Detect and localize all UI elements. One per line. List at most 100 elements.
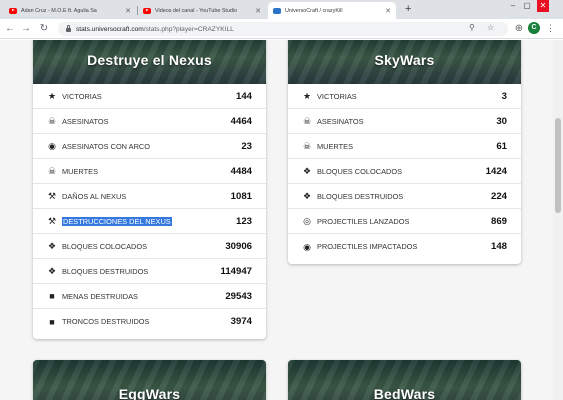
target-icon: ◉ <box>303 241 311 252</box>
browser-tab-3[interactable]: UniversoCraft / crazyKill ✕ <box>268 2 396 19</box>
address-bar[interactable]: stats.universocraft.com/stats.php?player… <box>58 22 508 36</box>
tab-title: Videos del canal - YouTube Studio <box>155 7 238 14</box>
crossbones-icon: ☠ <box>302 141 312 151</box>
menu-dots-icon[interactable]: ⋮ <box>546 22 555 34</box>
maximize-icon[interactable]: ▢ <box>522 0 532 12</box>
star-icon: ★ <box>302 91 312 101</box>
stat-label: TRONCOS DESTRUIDOS <box>62 317 150 326</box>
stat-value: 29543 <box>225 290 252 302</box>
browser-tab-2[interactable]: Videos del canal - YouTube Studio ✕ <box>138 2 266 19</box>
stat-value: 4484 <box>230 165 252 177</box>
card-title: EggWars <box>118 386 181 400</box>
stat-value: 30 <box>496 115 507 127</box>
stats-page: Destruye el Nexus ★ VICTORIAS 144 ☠ ASES… <box>0 40 563 400</box>
stat-value: 114947 <box>220 265 252 277</box>
stat-value: 869 <box>490 215 507 227</box>
forward-arrow-icon[interactable]: → <box>20 22 32 36</box>
stat-row: ❖ BLOQUES DESTRUIDOS 224 <box>288 184 521 209</box>
stat-row: ☠ MUERTES 61 <box>288 134 521 159</box>
crossbones-icon: ☠ <box>47 166 57 176</box>
browser-tab-1[interactable]: Adan Cruz - M.O.E ft. Aguila Sa ✕ <box>4 2 136 19</box>
stat-value: 148 <box>490 241 507 252</box>
stat-value: 61 <box>496 140 507 152</box>
stat-row: ■ MENAS DESTRUIDAS 29543 <box>33 284 266 309</box>
card-header: SkyWars <box>288 40 521 84</box>
stat-label: MUERTES <box>317 141 354 151</box>
cubes-icon: ❖ <box>47 241 57 251</box>
window-close-icon[interactable]: ✕ <box>537 0 549 12</box>
target-icon: ◎ <box>303 216 311 226</box>
stat-label: BLOQUES COLOCADOS <box>62 241 148 251</box>
stat-label: BLOQUES DESTRUIDOS <box>317 191 404 201</box>
stat-label: PROJECTILES IMPACTADOS <box>317 242 418 251</box>
stat-label: DAÑOS AL NEXUS <box>62 191 127 201</box>
star-icon: ★ <box>47 91 57 101</box>
reload-icon[interactable]: ↻ <box>38 22 50 36</box>
extensions-icon[interactable]: ⊕ <box>513 22 525 36</box>
stat-row: ★ VICTORIAS 3 <box>288 84 521 109</box>
minimize-icon[interactable]: – <box>508 0 518 12</box>
back-arrow-icon[interactable]: ← <box>4 22 16 36</box>
stat-label: BLOQUES DESTRUIDOS <box>62 266 149 276</box>
new-tab-button[interactable]: + <box>405 3 411 15</box>
universocraft-icon <box>273 7 281 14</box>
box-icon: ■ <box>49 291 55 301</box>
stat-row: ❖ BLOQUES COLOCADOS 30906 <box>33 234 266 259</box>
close-tab-icon[interactable]: ✕ <box>385 7 391 15</box>
stat-row: ❖ BLOQUES COLOCADOS 1424 <box>288 159 521 184</box>
stat-row: ⚒ DAÑOS AL NEXUS 1081 <box>33 184 266 209</box>
tab-strip: Adan Cruz - M.O.E ft. Aguila Sa ✕ Videos… <box>0 0 563 19</box>
stat-label: ASESINATOS <box>62 116 109 126</box>
stats-list: ★ VICTORIAS 3 ☠ ASESINATOS 30 ☠ MUERTES … <box>288 84 521 259</box>
card-header: Destruye el Nexus <box>33 40 266 84</box>
stat-value: 224 <box>490 190 507 202</box>
url-host: stats.universocraft.com <box>76 25 144 33</box>
profile-avatar[interactable]: C <box>528 22 540 34</box>
cubes-icon: ❖ <box>302 191 312 201</box>
stat-label: MENAS DESTRUIDAS <box>62 291 138 301</box>
stat-row: ◉ ASESINATOS CON ARCO 23 <box>33 134 266 159</box>
stat-value: 30906 <box>225 240 252 252</box>
box-icon: ■ <box>49 316 55 327</box>
stat-value: 3974 <box>230 316 252 327</box>
stat-label: ASESINATOS <box>317 116 364 126</box>
nexus-card: Destruye el Nexus ★ VICTORIAS 144 ☠ ASES… <box>33 40 266 339</box>
stat-value: 1424 <box>485 165 507 177</box>
stat-value: 144 <box>235 90 252 102</box>
stats-list: ★ VICTORIAS 144 ☠ ASESINATOS 4464 ◉ ASES… <box>33 84 266 334</box>
stat-row: ◎ PROJECTILES LANZADOS 869 <box>288 209 521 234</box>
close-tab-icon[interactable]: ✕ <box>255 7 261 15</box>
scrollbar-thumb[interactable] <box>555 118 561 213</box>
eggwars-card: EggWars <box>33 360 266 400</box>
card-header: BedWars <box>288 360 521 400</box>
tab-title: UniversoCraft / crazyKill <box>285 7 343 14</box>
bookmark-star-icon[interactable]: ☆ <box>487 23 494 32</box>
stat-row: ☠ ASESINATOS 4464 <box>33 109 266 134</box>
stat-value: 3 <box>501 90 507 102</box>
stat-label: BLOQUES COLOCADOS <box>317 166 403 176</box>
card-header: EggWars <box>33 360 266 400</box>
youtube-icon <box>9 7 17 14</box>
stat-label: VICTORIAS <box>62 91 102 101</box>
gavel-icon: ⚒ <box>47 216 57 226</box>
stat-label: PROJECTILES LANZADOS <box>317 216 410 226</box>
card-title: BedWars <box>373 386 436 400</box>
skull-icon: ☠ <box>47 116 57 126</box>
stat-row: ■ TRONCOS DESTRUIDOS 3974 <box>33 309 266 334</box>
cubes-icon: ❖ <box>302 166 312 176</box>
page-scrollbar[interactable] <box>553 40 563 400</box>
stat-value: 4464 <box>230 115 252 127</box>
cubes-icon: ❖ <box>47 266 57 276</box>
target-icon: ◉ <box>48 141 56 151</box>
stat-row: ☠ ASESINATOS 30 <box>288 109 521 134</box>
browser-toolbar: ← → ↻ stats.universocraft.com/stats.php?… <box>0 19 563 39</box>
search-icon[interactable]: ⚲ <box>469 23 475 32</box>
hammer-icon: ⚒ <box>47 191 57 201</box>
url-text: stats.universocraft.com/stats.php?player… <box>76 26 234 33</box>
skull-icon: ☠ <box>302 116 312 126</box>
card-title: Destruye el Nexus <box>87 52 212 68</box>
close-tab-icon[interactable]: ✕ <box>125 7 131 15</box>
card-title: SkyWars <box>374 52 435 68</box>
url-path: /stats.php?player=CRAZYKILL <box>143 25 234 33</box>
youtube-icon <box>143 7 151 14</box>
